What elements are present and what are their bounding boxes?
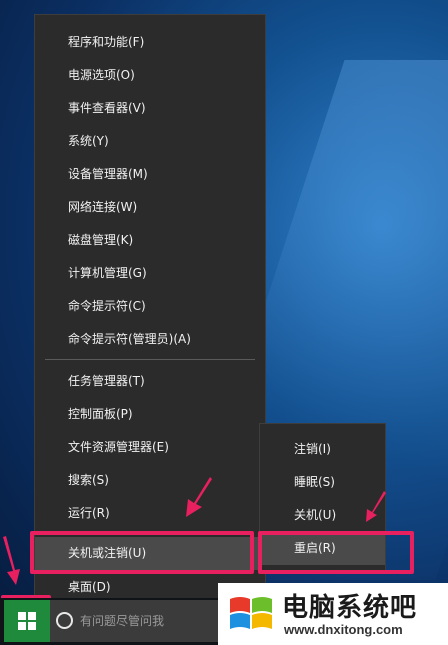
menu-item-run[interactable]: 运行(R) bbox=[35, 497, 265, 530]
pointer-arrow-icon bbox=[186, 477, 212, 517]
watermark-url: www.dnxitong.com bbox=[284, 622, 403, 637]
pointer-arrow-icon bbox=[366, 491, 386, 522]
menu-item-system[interactable]: 系统(Y) bbox=[35, 125, 265, 158]
menu-separator bbox=[45, 359, 255, 360]
winx-context-menu: 程序和功能(F) 电源选项(O) 事件查看器(V) 系统(Y) 设备管理器(M)… bbox=[34, 14, 266, 610]
menu-item-command-prompt-admin[interactable]: 命令提示符(管理员)(A) bbox=[35, 323, 265, 356]
shutdown-signout-highlight bbox=[30, 531, 254, 574]
menu-item-control-panel[interactable]: 控制面板(P) bbox=[35, 398, 265, 431]
site-watermark: 电脑系统吧 www.dnxitong.com bbox=[218, 583, 448, 645]
menu-item-programs-features[interactable]: 程序和功能(F) bbox=[35, 26, 265, 59]
pointer-arrow-icon bbox=[3, 536, 20, 585]
cortana-circle-icon bbox=[56, 612, 73, 629]
windows-logo-icon bbox=[18, 612, 36, 630]
menu-item-file-explorer[interactable]: 文件资源管理器(E) bbox=[35, 431, 265, 464]
watermark-title: 电脑系统吧 bbox=[282, 593, 418, 623]
menu-item-task-manager[interactable]: 任务管理器(T) bbox=[35, 365, 265, 398]
windows-flag-logo-icon bbox=[230, 597, 272, 629]
menu-item-power-options[interactable]: 电源选项(O) bbox=[35, 59, 265, 92]
menu-item-event-viewer[interactable]: 事件查看器(V) bbox=[35, 92, 265, 125]
menu-item-search[interactable]: 搜索(S) bbox=[35, 464, 265, 497]
submenu-item-sign-out[interactable]: 注销(I) bbox=[260, 433, 385, 466]
menu-item-disk-management[interactable]: 磁盘管理(K) bbox=[35, 224, 265, 257]
restart-highlight bbox=[258, 531, 414, 574]
menu-item-command-prompt[interactable]: 命令提示符(C) bbox=[35, 290, 265, 323]
menu-item-device-manager[interactable]: 设备管理器(M) bbox=[35, 158, 265, 191]
search-placeholder: 有问题尽管问我 bbox=[80, 614, 165, 628]
start-button[interactable] bbox=[4, 600, 50, 642]
menu-item-computer-management[interactable]: 计算机管理(G) bbox=[35, 257, 265, 290]
menu-item-network-connections[interactable]: 网络连接(W) bbox=[35, 191, 265, 224]
